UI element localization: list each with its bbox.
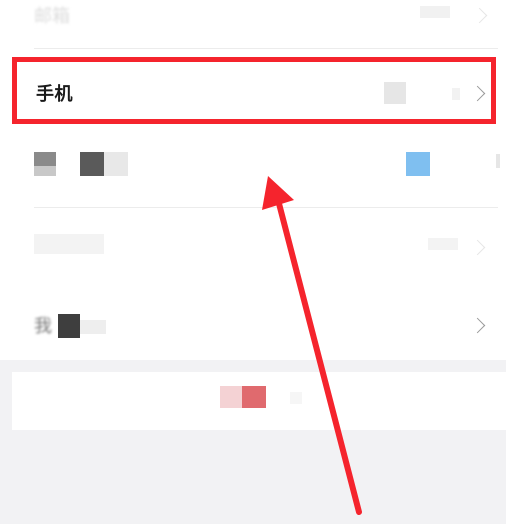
annotation-arrow [262,176,362,515]
arrow-shaft [273,189,362,515]
arrow-head [262,176,294,210]
